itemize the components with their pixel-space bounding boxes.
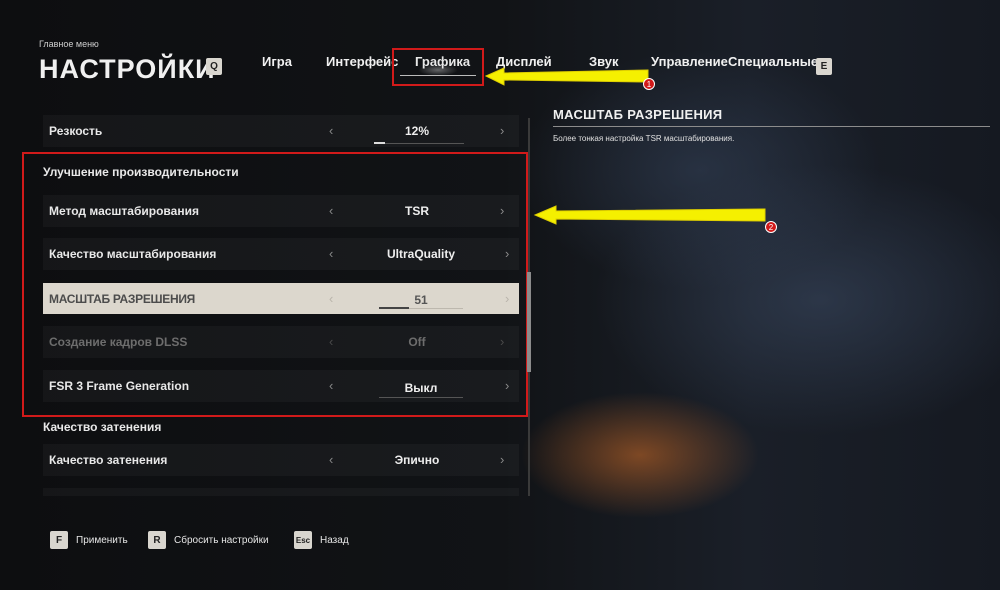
arrow-2-icon — [533, 205, 766, 225]
annotation-badge-1: 1 — [643, 78, 655, 90]
annotation-badge-2: 2 — [765, 221, 777, 233]
annotation-arrows — [484, 67, 766, 225]
arrow-1-icon — [484, 67, 649, 86]
